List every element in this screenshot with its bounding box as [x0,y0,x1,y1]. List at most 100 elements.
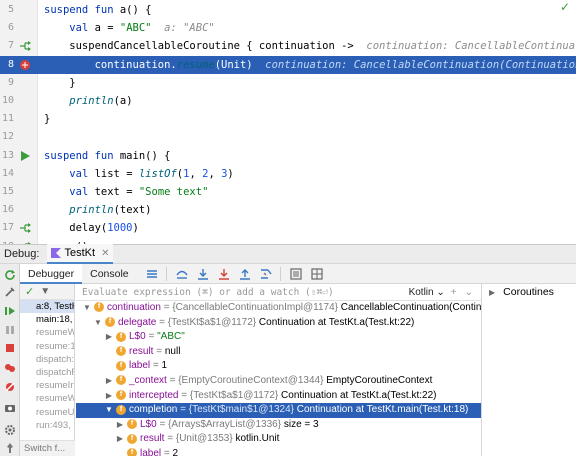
code-token: , [189,167,203,180]
current-execution-line[interactable]: 8 continuation.resume(Unit) continuation… [0,55,576,74]
variable-name: intercepted [129,389,179,401]
code-line[interactable]: 14 val list = listOf(1, 2, 3) [0,165,576,183]
more-icon[interactable]: ⌄ [465,287,473,298]
variable-row[interactable]: ▶ f L$0 = {Arrays$ArrayList@1336} size = 3 [76,418,481,433]
stop-icon[interactable] [4,342,16,354]
settings-icon[interactable] [4,286,16,298]
step-over-icon[interactable] [176,268,188,280]
view-breakpoints-icon[interactable] [4,362,16,374]
code-editor[interactable]: 5 suspend fun a() {6 val a = "ABC" a: "AB… [0,0,576,244]
evaluate-expression-input[interactable]: Evaluate expression (⌘) or add a watch (… [76,287,409,298]
session-tab[interactable]: TestKt ✕ [47,244,114,264]
coroutines-panel: ▶ Coroutines [483,284,576,456]
variable-tree: ▼ f continuation = {CancellableContinuatio… [76,301,481,456]
variable-row[interactable]: ▼ f continuation = {CancellableContinuatio… [76,301,481,316]
pin-icon[interactable] [4,442,16,454]
suspend-call-icon[interactable] [19,222,31,234]
switch-frames-hint[interactable]: Switch f... [20,440,75,456]
stack-frame[interactable]: a:8, TestKt [20,300,74,314]
code-line[interactable]: 5 suspend fun a() { [0,1,576,19]
code-line[interactable]: 16 println(text) [0,201,576,219]
code-token: main() { [119,149,171,162]
stack-frame[interactable]: resume:12 [20,340,74,353]
gear-icon[interactable] [4,424,16,436]
chevron-down-icon[interactable]: ▼ [104,403,114,418]
stack-frame[interactable]: resumeUn [20,406,74,419]
chevron-right-icon[interactable]: ▶ [115,418,125,433]
step-out-icon[interactable] [239,268,251,280]
coroutines-header[interactable]: ▶ Coroutines [483,284,576,300]
field-icon: f [105,316,115,327]
variable-value: Continuation at TestKt.a(Test.kt:22) [281,389,437,401]
thread-check-icon[interactable]: ✓ [25,285,34,298]
code-line[interactable]: 7 suspendCancellableCoroutine { continua… [0,37,576,55]
filter-icon[interactable]: ▼ [40,286,50,297]
variable-row[interactable]: f label = 2 [76,447,481,456]
menu-icon[interactable] [146,268,158,280]
variable-row[interactable]: f result = null [76,345,481,360]
pause-icon[interactable] [4,324,16,336]
chevron-right-icon[interactable]: ▶ [104,389,114,404]
chevron-down-icon[interactable]: ▼ [93,316,103,331]
chevron-right-icon[interactable]: ▶ [104,330,114,345]
variable-type: = [161,447,173,456]
camera-icon[interactable] [4,402,16,414]
chevron-down-icon[interactable]: ▼ [82,301,92,316]
code-line[interactable]: 9 } [0,74,576,92]
tab-debugger[interactable]: Debugger [20,263,83,284]
line-number: 11 [1,113,14,125]
line-number: 16 [1,204,14,216]
force-step-into-icon[interactable] [218,268,230,280]
line-number: 9 [7,76,14,88]
frame-list: a:8, TestKtmain:18, TestKtresumeWithresu… [20,300,74,432]
chevron-right-icon[interactable]: ▶ [489,288,495,297]
variable-type: = [145,331,158,343]
rerun-icon[interactable] [4,269,16,281]
variable-type: = {TestKt$main$1@1324} [177,404,297,416]
variable-row[interactable]: f label = 1 [76,359,481,374]
field-icon: f [116,360,126,371]
code-line[interactable]: 12 [0,128,576,146]
variable-row[interactable]: ▼ f completion = {TestKt$main$1@1324} Cont… [76,403,481,418]
suspend-call-icon[interactable] [19,40,31,52]
code-line[interactable]: 6 val a = "ABC" a: "ABC" [0,19,576,37]
variable-row[interactable]: ▶ f result = {Unit@1353} kotlin.Unit [76,432,481,447]
stack-frame[interactable]: resumeWith [20,326,74,339]
variable-row[interactable]: ▶ f intercepted = {TestKt$a$1@1172} Contin… [76,389,481,404]
stack-frame[interactable]: dispatch:1 [20,353,74,366]
add-watch-icon[interactable]: + [451,287,457,298]
code-line[interactable]: 10 println(a) [0,92,576,110]
stack-frame[interactable]: dispatchR [20,366,74,379]
inspection-ok-icon[interactable]: ✓ [560,0,570,14]
resume-icon[interactable] [4,305,16,317]
inline-debug-hint: a: "ABC" [151,22,215,35]
chevron-right-icon[interactable]: ▶ [115,432,125,447]
code-line[interactable]: 17 delay(1000) [0,219,576,237]
breakpoint-icon[interactable] [19,59,31,71]
close-icon[interactable]: ✕ [101,248,109,259]
stack-frame[interactable]: main:18, TestKt [20,313,74,326]
stack-frame[interactable]: resumeWith [20,392,74,405]
chevron-right-icon[interactable]: ▶ [104,374,114,389]
code-line[interactable]: 13 suspend fun main() { [0,147,576,165]
code-line[interactable]: 15 val text = "Some text" [0,183,576,201]
variable-row[interactable]: ▼ f delegate = {TestKt$a$1@1172} Continuat… [76,316,481,331]
run-icon[interactable] [19,150,31,162]
code-text: val a = "ABC" a: "ABC" [44,19,215,37]
variable-row[interactable]: ▶ f L$0 = "ABC" [76,330,481,345]
stack-frame[interactable]: run:493, [20,419,74,432]
variable-name: delegate [118,316,157,328]
variable-name: label [129,360,151,372]
tab-console[interactable]: Console [82,264,137,284]
code-line[interactable]: 11} [0,110,576,128]
stack-frame[interactable]: resumeInt [20,379,74,392]
mute-breakpoints-icon[interactable] [4,381,16,393]
step-into-icon[interactable] [197,268,209,280]
code-token: val [69,186,95,198]
evaluate-expression-icon[interactable] [290,267,302,280]
variable-row[interactable]: ▶ f _context = {EmptyCoroutineContext@1344… [76,374,481,389]
run-to-cursor-icon[interactable] [260,268,272,280]
layout-icon[interactable] [311,267,323,280]
language-select[interactable]: Kotlin ⌄ [409,287,445,298]
